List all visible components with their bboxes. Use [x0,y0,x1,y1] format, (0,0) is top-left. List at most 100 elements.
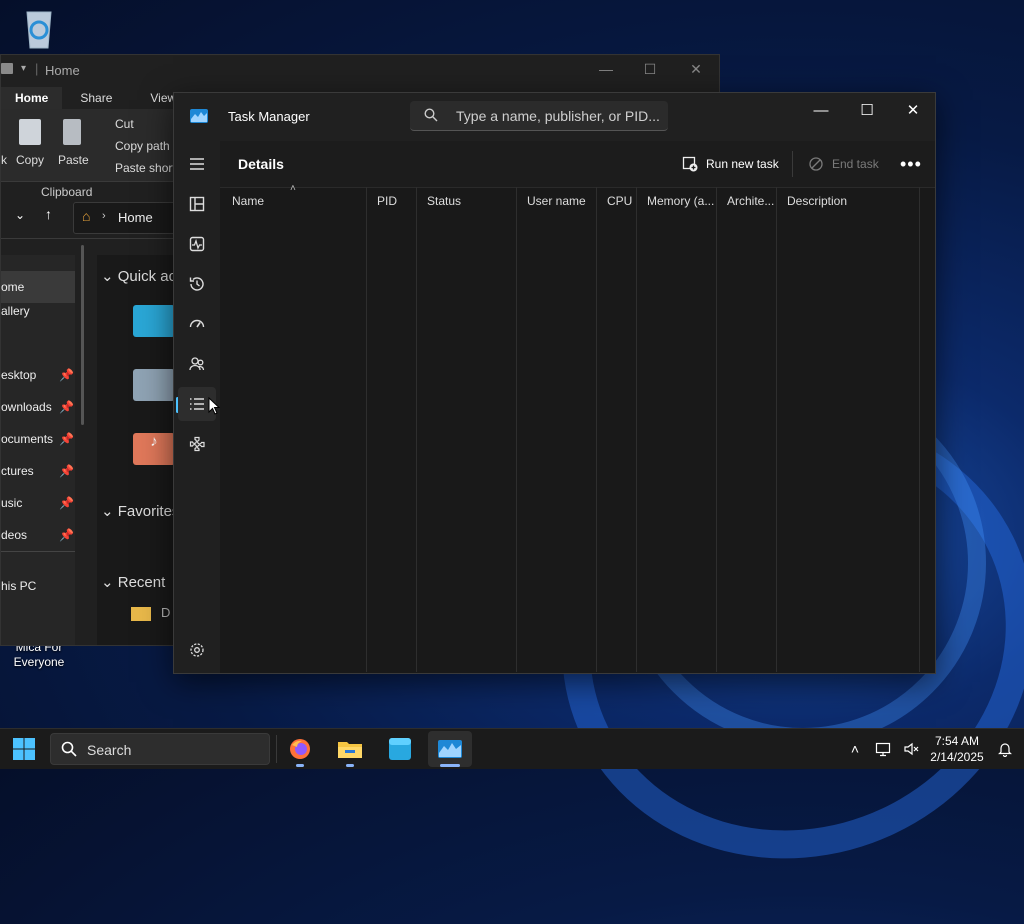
nav-item-desktop[interactable]: esktop 📌 [1,359,75,391]
app-icon [389,738,411,760]
close-button[interactable]: ✕ [890,97,936,125]
pin-icon: 📌 [59,400,74,414]
recent-file-item[interactable]: D [131,605,170,621]
task-manager-titlebar: Task Manager Type a name, publisher, or … [174,93,935,141]
search-input[interactable]: Type a name, publisher, or PID... [410,101,668,131]
up-arrow-icon[interactable]: ↑ [45,206,52,222]
clock-date: 2/14/2025 [930,750,984,764]
pin-icon: 📌 [59,368,74,382]
taskbar-app-store[interactable] [378,731,422,767]
nav-item-pictures[interactable]: ctures 📌 [1,455,75,487]
settings-icon [190,643,204,657]
nav-app-history[interactable] [178,267,216,301]
running-indicator [346,764,354,767]
search-placeholder: Type a name, publisher, or PID... [456,108,660,124]
taskbar-app-task-manager[interactable] [428,731,472,767]
column-header-architecture[interactable]: Archite... [717,187,777,672]
menu-icon [190,158,204,170]
cut-button[interactable]: Cut [115,117,134,131]
network-tray-button[interactable] [872,729,894,769]
nav-item-music[interactable]: usic 📌 [1,487,75,519]
clock[interactable]: 7:54 AM 2/14/2025 [922,733,992,765]
details-page: Details Run new task End task ••• ˄ Name… [220,141,935,673]
section-quick-access[interactable]: ⌄ Quick ac [101,267,176,285]
nav-label: esktop [1,368,37,382]
nav-scrollbar[interactable] [81,245,84,425]
nav-item-downloads[interactable]: ownloads 📌 [1,391,75,423]
nav-processes[interactable] [178,187,216,221]
nav-users[interactable] [178,347,216,381]
copy-icon [19,119,41,145]
chevron-down-icon[interactable]: ▾ [21,63,26,74]
column-label: PID [377,194,398,208]
copy-path-button[interactable]: Copy path [115,139,170,153]
show-hidden-icons-button[interactable]: ˄ [844,729,866,769]
end-task-button[interactable]: End task [808,153,879,175]
maximize-button[interactable]: ☐ [844,97,890,125]
details-icon [190,398,204,410]
section-recent[interactable]: ⌄ Recent [101,573,165,591]
column-header-description[interactable]: Description [777,187,920,672]
ribbon-tab-home[interactable]: Home [1,87,63,109]
bell-icon [998,743,1012,757]
section-label: Quick ac [117,268,177,285]
recycle-bin-icon[interactable] [18,6,60,53]
network-icon [875,742,891,757]
nav-settings[interactable] [178,633,216,667]
column-header-user-name[interactable]: User name [517,187,597,672]
section-favorites[interactable]: ⌄ Favorites [101,502,179,520]
column-header-cpu[interactable]: CPU [597,187,637,672]
start-button[interactable] [2,731,46,767]
column-header-name[interactable]: Name [222,187,367,672]
taskbar: Search ˄ 7:54 AM 2/14/2025 [0,728,1024,769]
maximize-button[interactable]: ☐ [627,61,673,78]
column-label: Archite... [727,194,775,208]
column-header-status[interactable]: Status [417,187,517,672]
folder-icon [1,63,13,74]
chevron-down-icon[interactable]: ⌄ [15,208,25,222]
volume-tray-button[interactable] [900,729,922,769]
folder-icon[interactable] [133,305,175,337]
column-header-pid[interactable]: PID [367,187,417,672]
minimize-button[interactable]: — [798,97,844,125]
close-button[interactable]: ✕ [673,61,719,78]
nav-item-this-pc[interactable]: his PC [1,570,75,602]
column-label: CPU [607,194,633,208]
active-app-indicator [440,764,460,767]
nav-startup-apps[interactable] [178,307,216,341]
folder-icon [131,606,151,621]
search-icon [424,108,438,122]
nav-item-documents[interactable]: ocuments 📌 [1,423,75,455]
nav-performance[interactable] [178,227,216,261]
taskbar-app-firefox[interactable] [278,731,322,767]
copy-button[interactable]: Copy [16,153,44,167]
chevron-up-icon: ˄ [850,741,860,757]
volume-muted-icon [904,742,919,756]
nav-services[interactable] [178,427,216,461]
hamburger-menu-button[interactable] [178,147,216,181]
taskbar-app-file-explorer[interactable] [328,731,372,767]
pin-icon: 📌 [59,432,74,446]
taskbar-search[interactable]: Search [50,733,270,765]
paste-shortcut-button[interactable]: Paste short [115,161,176,175]
more-options-button[interactable]: ••• [900,153,922,175]
music-folder-icon[interactable]: ♪ [133,433,175,465]
section-label: Recent [117,574,166,591]
nav-item-videos[interactable]: deos 📌 [1,519,75,551]
ribbon-tab-share[interactable]: Share [62,87,126,109]
paste-button[interactable]: Paste [58,153,89,167]
nav-label: usic [1,496,23,510]
address-bar[interactable]: ⌂ › Home [73,202,185,234]
run-new-task-button[interactable]: Run new task [682,153,779,175]
task-manager-app-icon [438,740,462,758]
column-header-memory[interactable]: Memory (a... [637,187,717,672]
column-label: Name [232,194,265,208]
column-label: User name [527,194,586,208]
nav-item-gallery[interactable]: allery [1,295,75,327]
notifications-button[interactable] [994,729,1016,769]
minimize-button[interactable]: — [583,61,629,77]
firefox-icon [290,739,310,759]
folder-icon[interactable] [133,369,175,401]
column-label: Status [427,194,462,208]
